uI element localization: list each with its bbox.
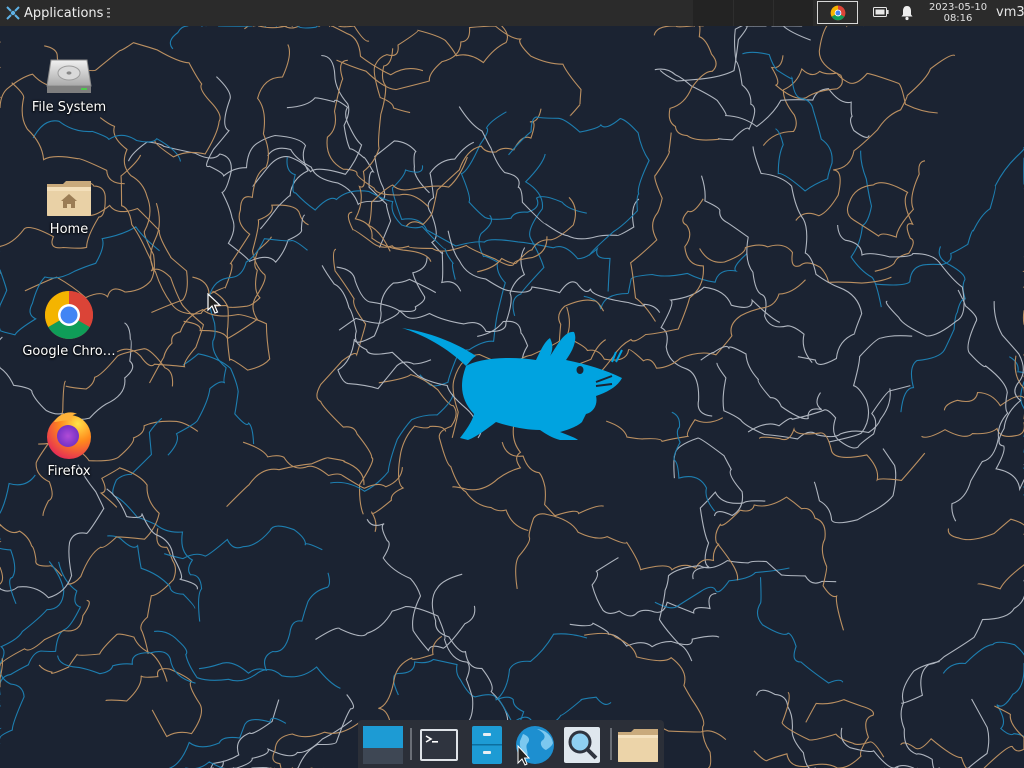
dock-app-finder[interactable] [561,724,603,766]
workspace-switcher[interactable] [693,0,813,26]
show-desktop-icon [363,726,403,764]
dock-separator [610,728,612,760]
desktop-icon-label: File System [31,100,107,115]
notification-bell-icon[interactable] [900,5,914,21]
top-panel: Applications 2023-05-10 08:16 vm3 [0,0,1024,26]
workspace-divider [773,0,774,26]
chrome-tray-button[interactable] [817,1,858,24]
dock-panel [358,720,664,768]
applications-label: Applications [24,5,104,21]
xfce-logo-icon [6,6,20,20]
desktop-icon-google-chrome[interactable]: Google Chro… [19,290,119,359]
battery-icon[interactable] [873,6,889,18]
workspace-divider [733,0,734,26]
desktop-icon-label: Firefox [47,464,91,479]
clock[interactable]: 2023-05-10 08:16 [926,2,990,24]
dock-folder[interactable] [617,724,659,766]
desktop-icon-firefox[interactable]: Firefox [19,410,119,479]
clock-time: 08:16 [943,13,973,24]
folder-icon [618,729,658,762]
desktop-icon-label: Home [49,222,89,237]
panel-grip-icon [107,8,111,18]
home-folder-icon [47,181,91,216]
applications-menu-button[interactable]: Applications [2,2,115,24]
terminal-icon [420,729,458,761]
drive-harddisk-icon [46,59,92,93]
desktop-icon-home[interactable]: Home [19,178,119,237]
google-chrome-icon [44,291,94,340]
web-browser-icon [516,726,554,766]
dock-file-manager[interactable] [466,724,508,766]
file-manager-icon [472,726,502,764]
desktop-icon-file-system[interactable]: File System [19,56,119,115]
app-finder-icon [564,727,600,763]
dock-separator [410,728,412,760]
mouse-pointer-icon [207,293,221,314]
xfce-mouse-logo [402,328,623,440]
desktop-icon-label: Google Chro… [22,344,116,359]
dock-web-browser[interactable] [513,724,555,766]
dock-show-desktop[interactable] [362,724,404,766]
dock-terminal[interactable] [418,724,460,766]
google-chrome-icon [830,5,845,20]
firefox-icon [47,412,91,459]
clock-date: 2023-05-10 [928,2,988,13]
user-menu[interactable]: vm3 [996,5,1024,20]
